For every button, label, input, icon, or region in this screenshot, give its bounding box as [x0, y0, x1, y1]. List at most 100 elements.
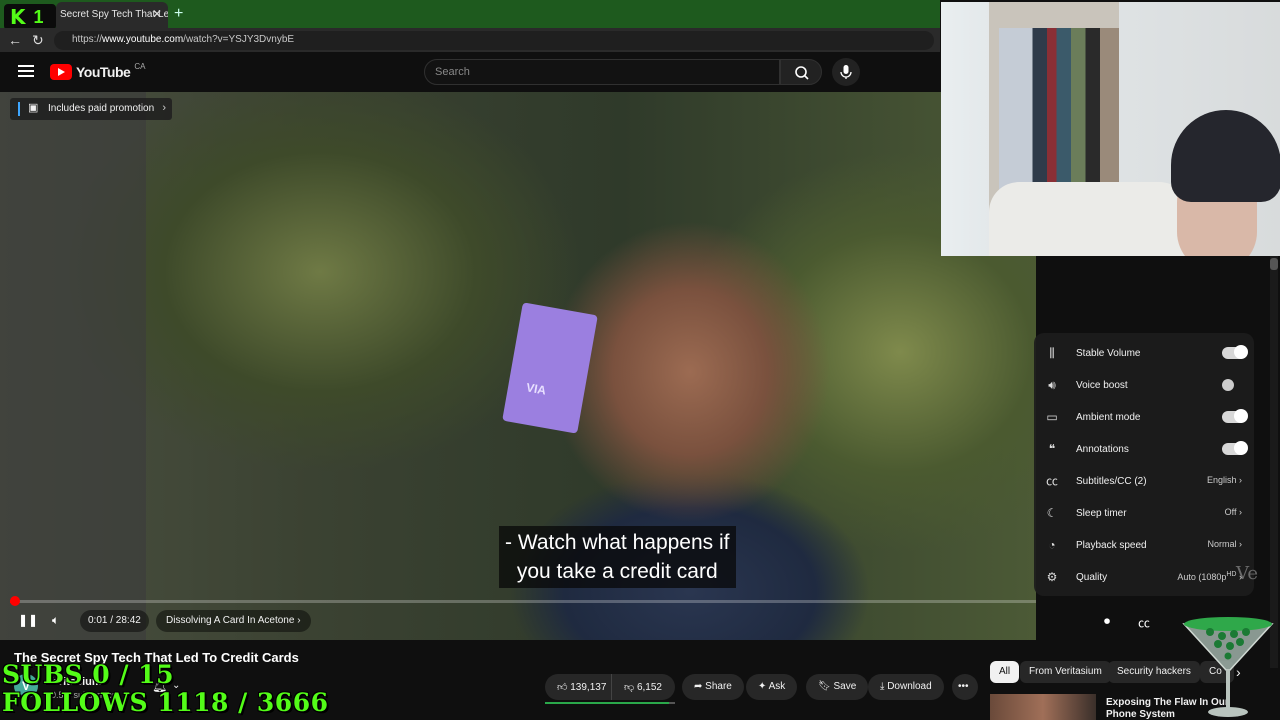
- chevron-right-icon: ›: [1236, 507, 1242, 517]
- progress-bar[interactable]: [10, 596, 1036, 606]
- settings-item-label: Ambient mode: [1076, 411, 1141, 423]
- voice-search-button[interactable]: [832, 58, 860, 86]
- subs-goal-overlay: SUBS 0 / 15: [2, 660, 174, 689]
- closed-captions-icon[interactable]: ㏄: [1138, 614, 1150, 631]
- address-bar-row: ← ↻ https://www.youtube.com/watch?v=YSJY…: [0, 28, 940, 52]
- url-field[interactable]: https://www.youtube.com/watch?v=YSJY3Dvn…: [54, 31, 934, 50]
- recommended-video-thumbnail[interactable]: [990, 694, 1096, 720]
- settings-item-value: Normal ›: [1207, 539, 1242, 549]
- like-button[interactable]: 👍︎ 139,137: [545, 674, 611, 700]
- chapter-button[interactable]: Dissolving A Card In Acetone ›: [156, 610, 311, 632]
- kick-logo-icon: K: [10, 5, 26, 29]
- chapter-title: Dissolving A Card In Acetone: [166, 615, 295, 626]
- new-tab-icon[interactable]: +: [174, 5, 183, 23]
- filter-chip[interactable]: All: [990, 661, 1020, 683]
- settings-item-label: Stable Volume: [1076, 347, 1141, 359]
- annotations-icon: ❝: [1048, 442, 1056, 456]
- kick-badge: K 1: [4, 4, 56, 30]
- toggle-switch[interactable]: [1222, 409, 1248, 423]
- dislike-count: 6,152: [636, 682, 662, 693]
- subtitles-icon: ㏄: [1045, 474, 1058, 488]
- settings-item[interactable]: ⫼ Stable Volume: [1034, 337, 1254, 369]
- paid-promotion-button[interactable]: ▣ Includes paid promotion ›: [10, 98, 172, 120]
- dislike-button[interactable]: 👎︎ 6,152: [611, 674, 675, 700]
- youtube-header: YouTube CA Search: [0, 52, 940, 92]
- settings-value-text: Normal: [1207, 539, 1237, 549]
- pause-icon[interactable]: ❚❚: [18, 613, 38, 627]
- settings-item[interactable]: 🔊︎ Voice boost: [1034, 369, 1254, 401]
- video-dim-area: [0, 92, 146, 640]
- toggle-knob: [1234, 409, 1248, 423]
- volume-icon[interactable]: 🔈︎: [52, 613, 59, 628]
- youtube-logo-text: YouTube: [76, 64, 131, 80]
- settings-item[interactable]: ⚙ Quality Auto (1080pHD ›: [1034, 561, 1254, 593]
- settings-item-label: Subtitles/CC (2): [1076, 475, 1147, 487]
- time-display: 0:01 / 28:42: [80, 610, 149, 632]
- settings-item-label: Annotations: [1076, 443, 1129, 455]
- more-actions-button[interactable]: •••: [952, 674, 978, 700]
- sparkle-icon: ✦: [758, 681, 767, 692]
- toggle-knob: [1234, 441, 1248, 455]
- country-code: CA: [134, 61, 146, 71]
- settings-item-value: Auto (1080pHD ›: [1177, 571, 1242, 582]
- stable-volume-icon: ⫼: [1049, 346, 1055, 360]
- chevron-right-icon: ›: [162, 102, 166, 114]
- sleep-timer-icon: ☾: [1046, 506, 1058, 520]
- thumbs-down-icon: 👎︎: [624, 682, 635, 693]
- download-icon: ⤓: [880, 681, 885, 692]
- bed-background: [989, 182, 1189, 256]
- toggle-switch[interactable]: [1222, 345, 1248, 359]
- toggle-switch[interactable]: [1222, 379, 1246, 391]
- caption-line-2: you take a credit card: [516, 560, 718, 583]
- webcam-overlay: [941, 2, 1280, 256]
- thumbs-up-icon: 👍︎: [557, 682, 568, 693]
- martini-glass-overlay: [1182, 617, 1274, 717]
- ask-label: Ask: [768, 681, 786, 692]
- promo-label: Includes paid promotion: [48, 103, 155, 114]
- settings-item-label: Sleep timer: [1076, 507, 1127, 519]
- search-button[interactable]: [780, 59, 822, 85]
- settings-item[interactable]: ▭ Ambient mode: [1034, 401, 1254, 433]
- browser-tab-active[interactable]: Secret Spy Tech That Led ✕: [56, 2, 168, 28]
- search-input[interactable]: Search: [424, 59, 780, 85]
- reload-icon[interactable]: ↻: [32, 32, 44, 49]
- video-player[interactable]: VIA ▣ Includes paid promotion › - Watch …: [0, 92, 1036, 640]
- share-label: Share: [705, 681, 732, 692]
- autoplay-toggle-icon[interactable]: ⏺: [1104, 614, 1110, 629]
- scrollbar-thumb[interactable]: [1270, 258, 1278, 270]
- hanging-shirts: [999, 28, 1119, 198]
- voice-boost-icon: 🔊︎: [1048, 378, 1056, 392]
- settings-item[interactable]: ❝ Annotations: [1034, 433, 1254, 465]
- save-label: Save: [833, 681, 857, 692]
- download-button[interactable]: ⤓ Download: [868, 674, 944, 700]
- microphone-icon: [840, 65, 852, 79]
- scrollbar-track[interactable]: [1270, 256, 1278, 668]
- settings-item[interactable]: ☾ Sleep timer Off ›: [1034, 497, 1254, 529]
- ambient-mode-icon: ▭: [1046, 410, 1058, 424]
- download-label: Download: [887, 681, 932, 692]
- youtube-logo[interactable]: YouTube CA: [50, 61, 146, 80]
- save-button[interactable]: 🔖︎ Save: [806, 674, 869, 700]
- ask-button[interactable]: ✦ Ask: [746, 674, 798, 700]
- close-tab-icon[interactable]: ✕: [152, 7, 162, 21]
- menu-icon[interactable]: [18, 65, 34, 77]
- settings-item[interactable]: ㏄ Subtitles/CC (2) English ›: [1034, 465, 1254, 497]
- like-ratio-bar: [545, 702, 675, 704]
- settings-item-label: Quality: [1076, 571, 1108, 583]
- subtitle-caption: - Watch what happens if you take a credi…: [499, 526, 736, 588]
- filter-chip[interactable]: From Veritasium: [1020, 661, 1111, 683]
- more-icon: •••: [958, 681, 969, 692]
- settings-item[interactable]: ◔ Playback speed Normal ›: [1034, 529, 1254, 561]
- settings-item-label: Voice boost: [1076, 379, 1128, 391]
- back-icon[interactable]: ←: [8, 32, 22, 48]
- chevron-right-icon: ›: [1236, 539, 1242, 549]
- bookmark-icon: 🔖︎: [818, 681, 831, 692]
- settings-item-value: English ›: [1207, 475, 1242, 485]
- hd-badge: HD: [1226, 571, 1237, 578]
- scrubber-handle[interactable]: [10, 596, 20, 606]
- settings-value-text: Auto (1080p: [1177, 572, 1227, 582]
- browser-tab-strip: K 1 Secret Spy Tech That Led ✕ +: [0, 0, 940, 30]
- share-button[interactable]: ➦ Share: [682, 674, 744, 700]
- settings-item-value: Off ›: [1225, 507, 1242, 517]
- toggle-switch[interactable]: [1222, 441, 1248, 455]
